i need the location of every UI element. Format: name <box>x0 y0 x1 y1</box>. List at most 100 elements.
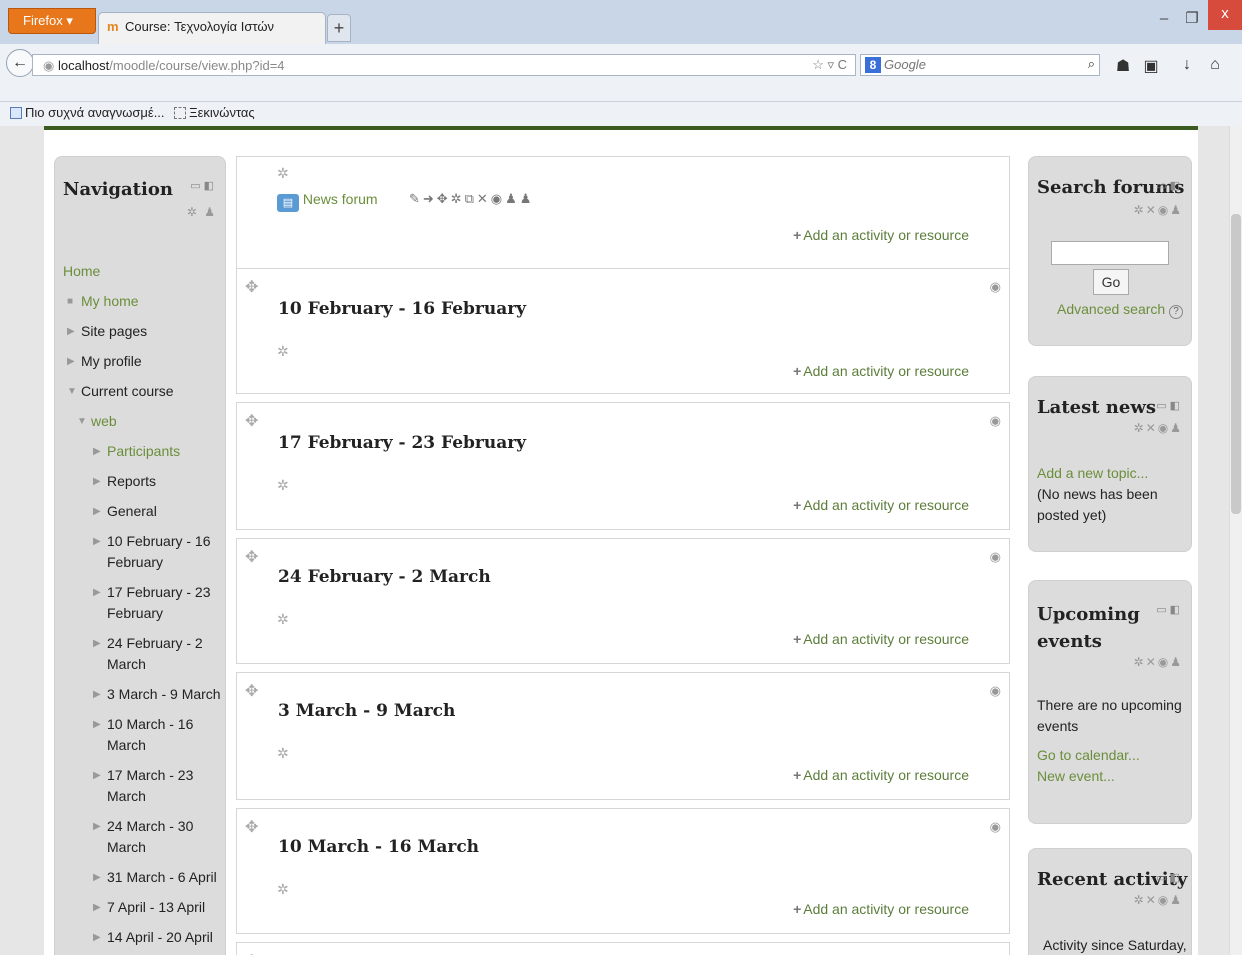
search-icon[interactable]: ⌕ <box>1088 56 1095 72</box>
nav-item[interactable]: ▶ 10 February - 16 February <box>63 531 223 573</box>
collapsed-arrow-icon[interactable]: ▶ <box>93 816 107 858</box>
tab-title: Course: Τεχνολογία Ιστών <box>125 19 275 34</box>
new-event-link[interactable]: New event... <box>1037 766 1187 787</box>
reload-icon[interactable]: ☆ ▿ C <box>812 57 847 73</box>
tab-course[interactable]: m Course: Τεχνολογία Ιστών <box>98 12 326 44</box>
collapsed-arrow-icon[interactable]: ▶ <box>93 582 107 624</box>
move-icon[interactable]: ✥ <box>245 951 258 955</box>
collapsed-arrow-icon[interactable]: ▶ <box>93 867 107 888</box>
add-activity-button[interactable]: + Add an activity or resource <box>793 631 969 647</box>
scrollbar[interactable] <box>1229 126 1242 955</box>
add-activity-button[interactable]: + Add an activity or resource <box>793 901 969 917</box>
block-controls[interactable]: ▭◧ <box>190 179 217 192</box>
collapsed-arrow-icon[interactable]: ▶ <box>93 531 107 573</box>
nav-item[interactable]: ▶ 10 March - 16 March <box>63 714 223 756</box>
go-button[interactable]: Go <box>1093 269 1129 295</box>
gear-icon[interactable]: ✲ <box>277 477 289 494</box>
add-activity-button[interactable]: + Add an activity or resource <box>793 227 969 243</box>
news-forum-link[interactable]: ▤ News forum <box>277 191 378 212</box>
bookmark-getting-started[interactable]: Ξεκινώντας <box>174 105 255 120</box>
add-activity-button[interactable]: + Add an activity or resource <box>793 363 969 379</box>
block-controls[interactable]: ▭◧ <box>1156 603 1183 616</box>
nav-item[interactable]: ▶ 14 April - 20 April <box>63 927 223 948</box>
gear-icon[interactable]: ✲ <box>277 343 289 360</box>
advanced-search-link[interactable]: Advanced search ? <box>1057 301 1184 319</box>
add-topic-link[interactable]: Add a new topic... <box>1037 463 1187 484</box>
nav-item[interactable]: ▶ 31 March - 6 April <box>63 867 223 888</box>
nav-item[interactable]: ▶ General <box>63 501 223 522</box>
expanded-arrow-icon[interactable]: ▼ <box>67 381 81 402</box>
move-icon[interactable]: ✥ <box>245 277 258 297</box>
firefox-menu-button[interactable]: Firefox ▾ <box>8 8 96 34</box>
eye-icon[interactable]: ◉ <box>990 413 1001 429</box>
collapsed-arrow-icon[interactable]: ▶ <box>93 501 107 522</box>
block-actions-icons[interactable]: ✲✕◉♟ <box>1134 421 1183 435</box>
collapsed-arrow-icon[interactable]: ▶ <box>93 927 107 948</box>
nav-item[interactable]: ▶ 17 March - 23 March <box>63 765 223 807</box>
restore-icon[interactable]: ❐ <box>1178 8 1206 32</box>
addon-icon[interactable]: ☗ <box>1112 56 1134 76</box>
gear-icon[interactable]: ✲ <box>277 881 289 898</box>
activity-edit-icons[interactable]: ✎➜✥✲⧉✕◉♟♟ <box>409 191 534 207</box>
block-actions-icons[interactable]: ✲✕◉♟ <box>1134 893 1183 907</box>
nav-item[interactable]: ▶ Reports <box>63 471 223 492</box>
block-actions-icons[interactable]: ✲✕◉♟ <box>1134 655 1183 669</box>
gear-icon[interactable]: ✲ <box>277 611 289 628</box>
nav-item[interactable]: Home <box>63 261 223 282</box>
collapsed-arrow-icon[interactable]: ▶ <box>67 351 81 372</box>
minimize-icon[interactable]: – <box>1150 8 1178 32</box>
move-icon[interactable]: ✥ <box>245 547 258 567</box>
nav-item[interactable]: ▼ Current course <box>63 381 223 402</box>
collapsed-arrow-icon[interactable]: ▶ <box>93 633 107 675</box>
nav-item[interactable]: ▶ Site pages <box>63 321 223 342</box>
move-icon[interactable]: ✥ <box>245 817 258 837</box>
eye-icon[interactable]: ◉ <box>990 279 1001 295</box>
scrollbar-thumb[interactable] <box>1231 214 1241 514</box>
collapsed-arrow-icon[interactable]: ▶ <box>93 471 107 492</box>
block-actions-icons[interactable]: ✲✕◉♟ <box>1134 203 1183 217</box>
move-icon[interactable]: ✥ <box>245 681 258 701</box>
section-title: 17 February - 23 February <box>278 433 527 453</box>
nav-item[interactable]: ▶ Participants <box>63 441 223 462</box>
block-settings-icon[interactable]: ✲ ♟ <box>187 205 217 219</box>
toolbar-menu-icon[interactable]: ▣ <box>1140 56 1162 76</box>
block-controls[interactable]: ▭◧ <box>1156 399 1183 412</box>
gear-icon[interactable]: ✲ <box>277 165 289 182</box>
collapsed-arrow-icon[interactable]: ▶ <box>93 684 107 705</box>
home-icon[interactable]: ⌂ <box>1204 56 1226 76</box>
nav-item[interactable]: ▶ 24 February - 2 March <box>63 633 223 675</box>
eye-icon[interactable]: ◉ <box>990 683 1001 699</box>
eye-icon[interactable]: ◉ <box>990 819 1001 835</box>
add-activity-button[interactable]: + Add an activity or resource <box>793 767 969 783</box>
bookmark-most-visited[interactable]: Πιο συχνά αναγνωσμέ... <box>10 105 165 120</box>
collapsed-arrow-icon[interactable]: ▶ <box>93 441 107 462</box>
close-icon[interactable]: x <box>1208 0 1242 30</box>
help-icon[interactable]: ? <box>1169 305 1184 319</box>
nav-item[interactable]: ▶ 3 March - 9 March <box>63 684 223 705</box>
move-icon[interactable]: ✥ <box>245 411 258 431</box>
search-input[interactable]: 8 Google ⌕ <box>860 54 1100 76</box>
nav-item[interactable]: ▶ My profile <box>63 351 223 372</box>
collapsed-arrow-icon[interactable]: ▶ <box>93 765 107 807</box>
nav-item[interactable]: ▶ 17 February - 23 February <box>63 582 223 624</box>
nav-item[interactable]: ▶ 24 March - 30 March <box>63 816 223 858</box>
nav-item[interactable]: ▶ 7 April - 13 April <box>63 897 223 918</box>
calendar-link[interactable]: Go to calendar... <box>1037 745 1187 766</box>
bullet-icon[interactable]: ■ <box>67 291 81 312</box>
nav-item[interactable]: ▼ web <box>63 411 223 432</box>
collapsed-arrow-icon[interactable]: ▶ <box>93 897 107 918</box>
collapsed-arrow-icon[interactable]: ▶ <box>93 714 107 756</box>
url-bar[interactable]: ◉ localhost/moodle/course/view.php?id=4 … <box>32 54 856 76</box>
download-icon[interactable]: ↓ <box>1176 56 1198 76</box>
expanded-arrow-icon[interactable]: ▼ <box>77 411 91 432</box>
search-forums-input[interactable] <box>1051 241 1169 265</box>
collapsed-arrow-icon[interactable]: ▶ <box>67 321 81 342</box>
eye-icon[interactable]: ◉ <box>990 549 1001 565</box>
back-arrow-icon[interactable]: ← <box>6 49 34 77</box>
nav-item[interactable]: ■ My home <box>63 291 223 312</box>
new-tab-button[interactable]: + <box>327 14 351 42</box>
gear-icon[interactable]: ✲ <box>277 745 289 762</box>
block-controls[interactable]: ▭◧ <box>1156 871 1183 884</box>
add-activity-button[interactable]: + Add an activity or resource <box>793 497 969 513</box>
block-controls[interactable]: ▭◧ <box>1156 179 1183 192</box>
